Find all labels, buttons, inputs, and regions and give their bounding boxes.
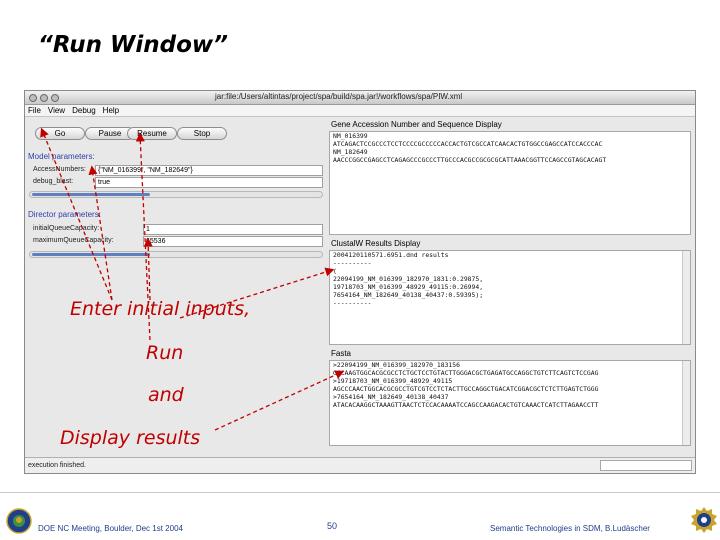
clustalw-line-2: ( [333,267,337,275]
slide-title: “Run Window” [38,32,228,58]
clustalw-panel-title: ClustalW Results Display [331,239,421,248]
director-parameters-label: Director parameters: [28,210,101,219]
fasta-panel-title: Fasta [331,349,352,358]
status-progress-box [600,460,692,471]
fasta-line-0: >22094199_NM_016399_182970_183156 [333,361,460,369]
resume-button[interactable]: Resume [127,127,177,140]
clustalw-line-3: 22094199_NM_016399_182970_1831:0.29875, [333,275,484,283]
footer-meeting: DOE NC Meeting, Boulder, Dec 1st 2004 [38,524,183,533]
window-zoom-icon[interactable] [51,94,59,102]
clustalw-line-6: ---------- [333,299,372,307]
fasta-line-2: >19718703_NM_016399_48929_49115 [333,377,453,385]
max-queue-label: maximumQueueCapacity: [33,237,114,244]
fasta-line-1: GCCAAGTGGCACGCGCCTCTGCTCCTGTACTTGGGACGCT… [333,369,599,377]
status-message: execution finished. [28,462,86,469]
annotation-and: and [148,384,184,406]
debug-blast-field[interactable]: true [95,177,323,188]
footer-divider [0,492,720,493]
model-parameters-scrollbar[interactable] [29,191,323,198]
gene-line-2: NM_182649 [333,148,368,156]
window-title: jar:file:/Users/altintas/project/spa/bui… [215,92,463,101]
window-minimize-icon[interactable] [40,94,48,102]
clustalw-line-5: 7654164_NM_182649_40138_40437:0.59395); [333,291,484,299]
fasta-line-4: >7654164_NM_182649_40138_40437 [333,393,449,401]
fasta-panel[interactable]: >22094199_NM_016399_182970_183156 GCCAAG… [329,360,691,446]
max-queue-field[interactable]: 65536 [143,236,323,247]
clustalw-results-panel[interactable]: 2004120110571.6951.dnd results ---------… [329,250,691,345]
fasta-scrollbar[interactable] [682,361,690,445]
gene-line-0: NM_016399 [333,132,368,140]
doe-seal-icon [6,508,32,534]
slide-number: 50 [327,521,338,531]
gene-sequence-panel[interactable]: NM_016399 ATCAGACTCCGCCCTCCTCCCCGCCCCCAC… [329,131,691,235]
director-parameters-scroll-thumb[interactable] [32,253,150,256]
results-pane: Gene Accession Number and Sequence Displ… [329,119,695,449]
clustalw-line-4: 19718703_NM_016399_48929_49115:0.26994, [333,283,484,291]
model-parameters-label: Model parameters: [28,152,95,161]
clustalw-line-0: 2004120110571.6951.dnd results [333,251,449,259]
window-titlebar[interactable]: jar:file:/Users/altintas/project/spa/bui… [25,91,695,105]
menu-help[interactable]: Help [103,106,119,115]
access-numbers-field[interactable]: {"NM_016399", "NM_182649"} [95,165,323,176]
footer-author: Semantic Technologies in SDM, B.Ludäsche… [490,524,650,533]
clustalw-scrollbar[interactable] [682,251,690,344]
menu-view[interactable]: View [48,106,65,115]
fasta-line-5: ATACACAAGGCTAAAGTTAACTCTCCACAAAATCCAGCCA… [333,401,599,409]
menu-file[interactable]: File [28,106,41,115]
stop-button[interactable]: Stop [177,127,227,140]
debug-blast-label: debug_blast: [33,178,74,185]
menu-debug[interactable]: Debug [72,106,96,115]
gene-panel-title: Gene Accession Number and Sequence Displ… [331,120,502,129]
initial-queue-field[interactable]: 1 [143,224,323,235]
initial-queue-label: initialQueueCapacity: [33,225,100,232]
run-window: jar:file:/Users/altintas/project/spa/bui… [24,90,696,474]
model-parameters-scroll-thumb[interactable] [32,193,150,196]
clustalw-line-1: ---------- [333,259,372,267]
annotation-run: Run [146,342,184,364]
sdm-seal-icon [691,507,717,533]
gene-line-3: AACCCGGCCGAGCCTCAGAGCCCGCCCTTGCCCACGCCGC… [333,156,607,164]
fasta-line-3: AGCCCAACTGGCACGCGCCTGTCGTCCTCTACTTGCCAGG… [333,385,599,393]
go-button[interactable]: Go [35,127,85,140]
menubar: File View Debug Help [25,105,695,117]
access-numbers-label: AccessNumbers: [33,166,86,173]
status-bar: execution finished. [25,457,695,473]
window-close-icon[interactable] [29,94,37,102]
annotation-display-results: Display results [60,427,201,449]
annotation-enter-inputs: Enter initial inputs, [70,298,251,320]
director-parameters-scrollbar[interactable] [29,251,323,258]
gene-line-1: ATCAGACTCCGCCCTCCTCCCCGCCCCCACCACTGTCGCC… [333,140,603,148]
